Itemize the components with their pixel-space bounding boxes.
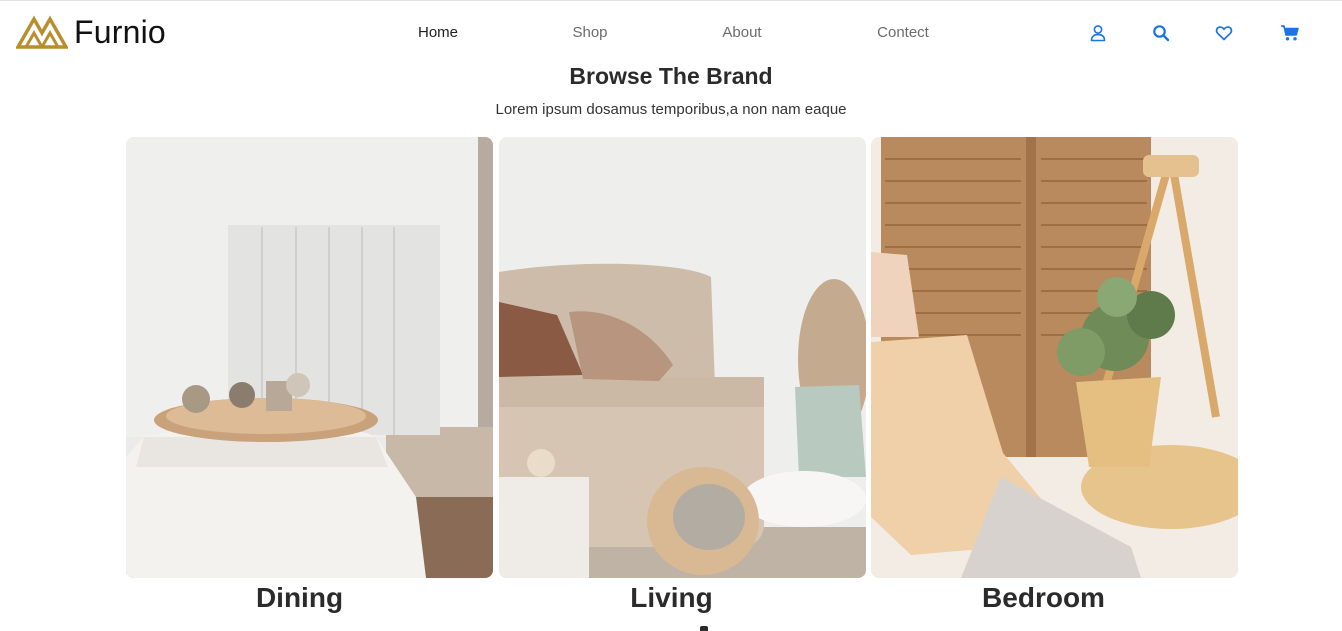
heart-icon: [1215, 26, 1233, 41]
nav-about[interactable]: About: [722, 22, 761, 44]
next-section-heading-fragment: [700, 626, 708, 631]
cart-icon: [1281, 25, 1299, 41]
nav-shop[interactable]: Shop: [572, 22, 607, 44]
category-card-dining[interactable]: [126, 137, 493, 578]
bedroom-image: [871, 137, 1238, 578]
nav-contact[interactable]: Contect: [877, 22, 929, 44]
search-icon: [1153, 25, 1170, 42]
category-card-bedroom[interactable]: [871, 137, 1238, 578]
user-icon: [1090, 25, 1106, 42]
wishlist-button[interactable]: [1213, 22, 1235, 44]
category-label-bedroom[interactable]: Bedroom: [860, 580, 1227, 616]
account-button[interactable]: [1087, 22, 1109, 44]
living-room-image: [499, 137, 866, 578]
dining-room-image: [126, 137, 493, 578]
nav-home[interactable]: Home: [418, 22, 458, 44]
category-card-living[interactable]: [499, 137, 866, 578]
section-subtitle: Lorem ipsum dosamus temporibus,a non nam…: [495, 101, 847, 118]
search-button[interactable]: [1150, 22, 1172, 44]
category-label-dining[interactable]: Dining: [116, 580, 483, 616]
main-nav: Home Shop About Contect: [0, 22, 1342, 44]
category-label-living[interactable]: Living: [488, 580, 855, 616]
top-border: [0, 0, 1342, 1]
cart-button[interactable]: [1279, 22, 1301, 44]
section-title: Browse The Brand: [569, 63, 773, 89]
